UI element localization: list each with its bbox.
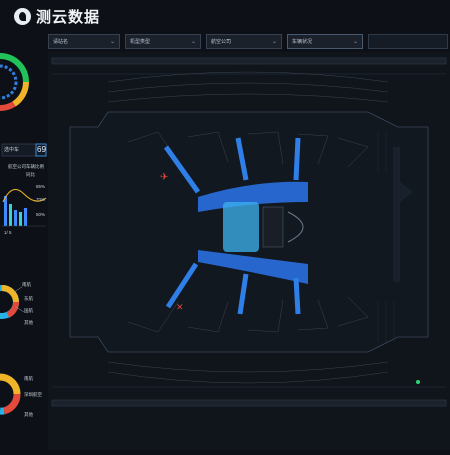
donut-3-label: 南航: [24, 376, 33, 382]
app-logo: 测云数据: [14, 6, 100, 27]
pct-label: 50%: [36, 212, 45, 217]
donut-3-label: 深圳航空: [24, 392, 42, 398]
search-input[interactable]: [368, 34, 448, 49]
vehicle-marker-icon[interactable]: [416, 380, 420, 384]
donut-3-label: 其他: [24, 412, 33, 418]
terminal-hall: [263, 207, 283, 247]
airport-map[interactable]: 测云: [48, 52, 450, 450]
gauge-inner-ring: [0, 66, 16, 98]
vehicle-marker-icon[interactable]: ✕: [176, 302, 184, 312]
selected-box-label: 选中车: [4, 146, 19, 153]
donut-2-segment: [8, 302, 16, 315]
donut-2-label: 国航: [24, 308, 33, 314]
bar: [4, 196, 7, 226]
leader-line: [14, 287, 22, 292]
left-panel-graphics: [0, 32, 48, 450]
donut-2-label: 南航: [22, 282, 31, 288]
pct-label: 85%: [36, 184, 45, 189]
bar: [9, 204, 12, 226]
donut-2-segment: [2, 288, 16, 302]
filter-airline-value: 航空公司: [211, 38, 231, 45]
app-title: 测云数据: [36, 6, 100, 27]
logo-icon: [14, 8, 31, 25]
airport-map-svg: 测云: [48, 52, 450, 450]
filter-aircraft-type-value: 机型类型: [130, 38, 150, 45]
chevron-down-icon: ⌄: [353, 38, 358, 45]
filter-station-value: 请站名: [53, 38, 68, 45]
runway-top: [52, 58, 446, 64]
donut-2-label: 东航: [24, 296, 33, 302]
filter-vehicle-status[interactable]: 车辆状况 ⌄: [287, 34, 363, 49]
chevron-down-icon: ⌄: [110, 38, 115, 45]
filter-aircraft-type[interactable]: 机型类型 ⌄: [125, 34, 201, 49]
filter-bar: 请站名 ⌄ 机型类型 ⌄ 航空公司 ⌄ 车辆状况 ⌄: [48, 34, 363, 49]
pct-label: 70%: [36, 197, 45, 202]
chevron-down-icon: ⌄: [191, 38, 196, 45]
filter-airline[interactable]: 航空公司 ⌄: [206, 34, 282, 49]
gauge-arc-green: [0, 56, 26, 82]
filter-vehicle-status-value: 车辆状况: [292, 38, 312, 45]
donut-2-label: 其他: [24, 320, 33, 326]
jet-bridge: [296, 278, 298, 314]
bar: [19, 212, 22, 226]
gauge-arc-yellow: [14, 82, 26, 104]
left-panel: 选中车 69 航空公司车辆比例 同比 85% 70% 50% 1/ 5 南航 东…: [0, 32, 48, 450]
chevron-down-icon: ⌄: [272, 38, 277, 45]
chart-title: 航空公司车辆比例: [8, 164, 44, 170]
bar-axis-label: 1/ 5: [4, 230, 12, 235]
gauge-arc-red: [0, 104, 14, 108]
bar: [14, 210, 17, 226]
vehicle-marker-icon[interactable]: ✈: [160, 172, 168, 183]
chart-subtitle: 同比: [26, 172, 35, 178]
terminal-core: [223, 202, 259, 252]
runway-bottom: [52, 400, 446, 406]
selected-box-value: 69: [37, 145, 46, 154]
donut-3-segment: [0, 377, 17, 394]
jet-bridge: [296, 138, 298, 180]
filter-station[interactable]: 请站名 ⌄: [48, 34, 120, 49]
bar: [24, 208, 27, 226]
